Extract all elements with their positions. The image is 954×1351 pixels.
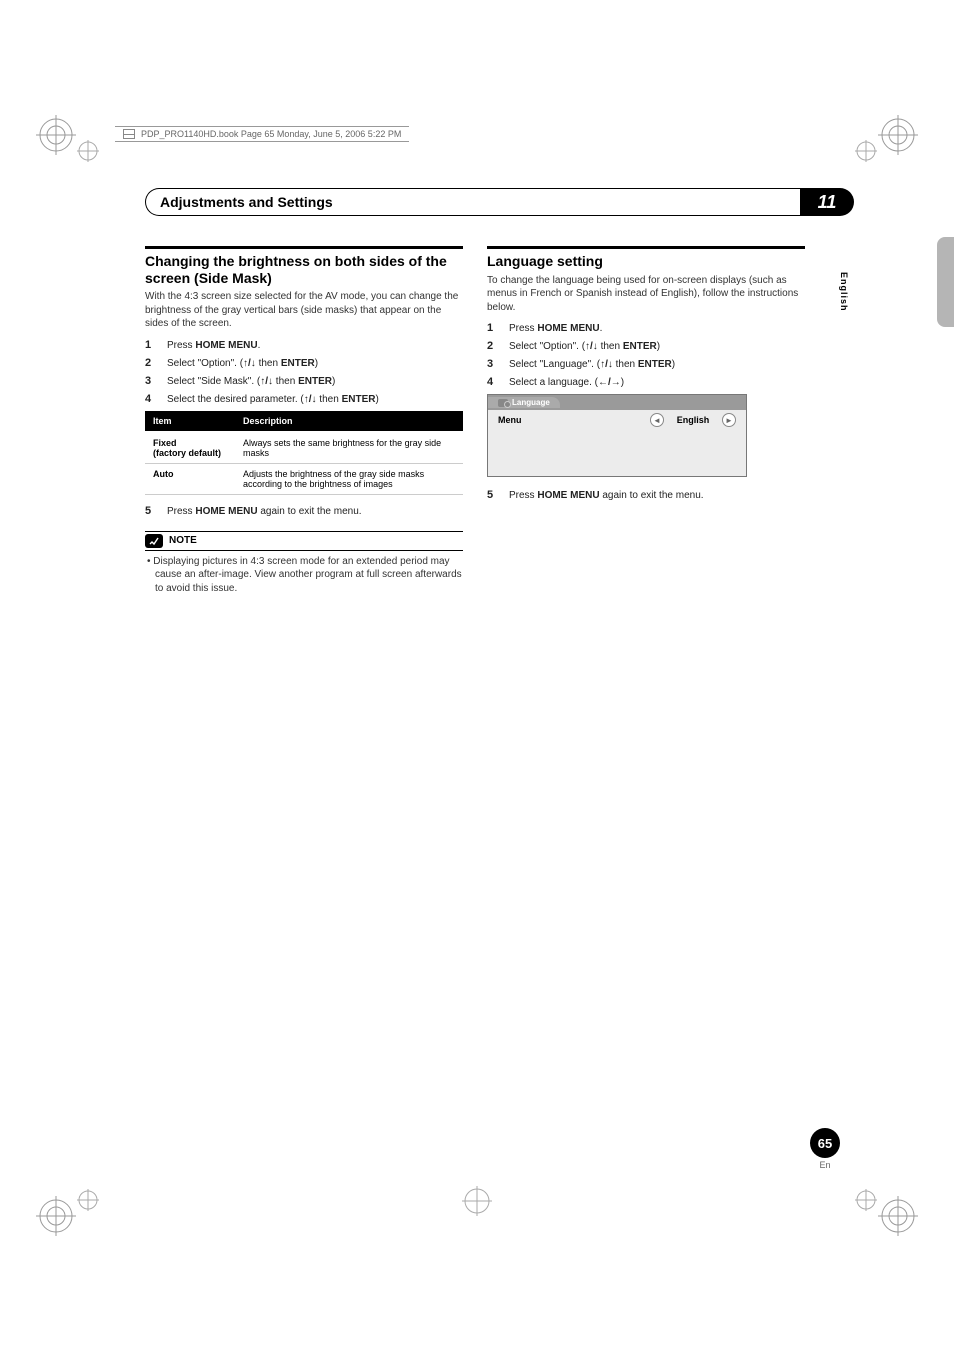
section-rule xyxy=(145,246,463,249)
left-right-arrow-icon: ←/→ xyxy=(598,377,621,388)
crop-mark-icon xyxy=(36,1196,76,1236)
step-text: Press HOME MENU again to exit the menu. xyxy=(509,490,704,501)
crop-mark-small-icon xyxy=(77,1189,99,1211)
table-row: Auto Adjusts the brightness of the gray … xyxy=(145,463,463,494)
osd-row-label: Menu xyxy=(498,415,522,425)
table-cell-item: Fixed(factory default) xyxy=(145,431,235,464)
step-text: Select "Option". (↑/↓ then ENTER) xyxy=(509,341,660,352)
table-cell-item: Auto xyxy=(145,463,235,494)
section-rule xyxy=(487,246,805,249)
step-text: Select "Side Mask". (↑/↓ then ENTER) xyxy=(167,376,335,387)
up-down-arrow-icon: ↑/↓ xyxy=(600,359,613,370)
step-number: 5 xyxy=(145,505,157,517)
step-item: 2 Select "Option". (↑/↓ then ENTER) xyxy=(145,357,463,369)
chapter-title: Adjustments and Settings xyxy=(160,194,333,210)
step-item: 5 Press HOME MENU again to exit the menu… xyxy=(145,505,463,517)
chapter-header: Adjustments and Settings 11 xyxy=(145,188,854,216)
note-text: Displaying pictures in 4:3 screen mode f… xyxy=(145,555,463,596)
table-header-item: Item xyxy=(145,411,235,431)
chapter-number-badge: 11 xyxy=(800,188,854,216)
section-intro: With the 4:3 screen size selected for th… xyxy=(145,290,463,331)
step-number: 3 xyxy=(487,358,499,370)
up-down-arrow-icon: ↑/↓ xyxy=(304,394,317,405)
step-item: 3 Select "Side Mask". (↑/↓ then ENTER) xyxy=(145,375,463,387)
steps-list: 1 Press HOME MENU. 2 Select "Option". (↑… xyxy=(145,339,463,405)
osd-empty-area xyxy=(488,430,746,476)
step-item: 4 Select a language. (←/→) xyxy=(487,376,805,388)
parameter-table: Item Description Fixed(factory default) … xyxy=(145,411,463,495)
osd-left-arrow-button[interactable]: ◄ xyxy=(650,413,664,427)
step-text: Select a language. (←/→) xyxy=(509,377,624,388)
globe-icon xyxy=(498,399,508,407)
book-file-header: PDP_PRO1140HD.book Page 65 Monday, June … xyxy=(115,126,409,142)
steps-list-continued: 5 Press HOME MENU again to exit the menu… xyxy=(145,505,463,517)
step-item: 2 Select "Option". (↑/↓ then ENTER) xyxy=(487,340,805,352)
step-text: Press HOME MENU. xyxy=(509,323,602,334)
up-down-arrow-icon: ↑/↓ xyxy=(585,341,598,352)
step-text: Select the desired parameter. (↑/↓ then … xyxy=(167,394,379,405)
step-number: 1 xyxy=(487,322,499,334)
step-number: 4 xyxy=(145,393,157,405)
crop-mark-icon xyxy=(878,115,918,155)
crop-mark-small-icon xyxy=(77,140,99,162)
step-item: 3 Select "Language". (↑/↓ then ENTER) xyxy=(487,358,805,370)
crop-mark-icon xyxy=(36,115,76,155)
step-item: 4 Select the desired parameter. (↑/↓ the… xyxy=(145,393,463,405)
section-intro: To change the language being used for on… xyxy=(487,274,805,315)
osd-right-arrow-button[interactable]: ► xyxy=(722,413,736,427)
right-column: Language setting To change the language … xyxy=(487,246,805,595)
up-down-arrow-icon: ↑/↓ xyxy=(243,358,256,369)
osd-menu-row: Menu ◄ English ► xyxy=(488,410,746,430)
osd-selected-value: English xyxy=(670,415,716,425)
page-lang-short: En xyxy=(810,1160,840,1170)
page-number: 65 xyxy=(810,1128,840,1158)
step-text: Select "Option". (↑/↓ then ENTER) xyxy=(167,358,318,369)
crop-mark-icon xyxy=(878,1196,918,1236)
step-number: 1 xyxy=(145,339,157,351)
page-number-badge: 65 En xyxy=(810,1128,840,1170)
step-number: 5 xyxy=(487,489,499,501)
section-title-side-mask: Changing the brightness on both sides of… xyxy=(145,253,463,286)
table-header-description: Description xyxy=(235,411,463,431)
table-cell-desc: Always sets the same brightness for the … xyxy=(235,431,463,464)
step-item: 1 Press HOME MENU. xyxy=(145,339,463,351)
osd-language-panel: Language Menu ◄ English ► xyxy=(487,394,747,477)
step-text: Press HOME MENU. xyxy=(167,340,260,351)
step-item: 1 Press HOME MENU. xyxy=(487,322,805,334)
step-number: 4 xyxy=(487,376,499,388)
osd-tab-label: Language xyxy=(512,398,550,407)
step-text: Press HOME MENU again to exit the menu. xyxy=(167,506,362,517)
step-number: 3 xyxy=(145,375,157,387)
left-column: Changing the brightness on both sides of… xyxy=(145,246,463,595)
book-icon xyxy=(123,129,135,139)
section-title-language: Language setting xyxy=(487,253,805,270)
step-number: 2 xyxy=(145,357,157,369)
book-file-text: PDP_PRO1140HD.book Page 65 Monday, June … xyxy=(141,129,401,139)
note-label: NOTE xyxy=(169,535,197,546)
table-row: Fixed(factory default) Always sets the s… xyxy=(145,431,463,464)
steps-list-continued: 5 Press HOME MENU again to exit the menu… xyxy=(487,489,805,501)
steps-list: 1 Press HOME MENU. 2 Select "Option". (↑… xyxy=(487,322,805,388)
crop-mark-center-icon xyxy=(462,1186,492,1216)
crop-mark-small-icon xyxy=(855,1189,877,1211)
step-text: Select "Language". (↑/↓ then ENTER) xyxy=(509,359,675,370)
osd-tab: Language xyxy=(488,397,560,408)
step-item: 5 Press HOME MENU again to exit the menu… xyxy=(487,489,805,501)
table-cell-desc: Adjusts the brightness of the gray side … xyxy=(235,463,463,494)
page-side-tab xyxy=(937,237,954,327)
note-block: NOTE Displaying pictures in 4:3 screen m… xyxy=(145,531,463,596)
crop-mark-small-icon xyxy=(855,140,877,162)
step-number: 2 xyxy=(487,340,499,352)
note-icon xyxy=(145,534,163,548)
page-language-tab: English xyxy=(839,272,849,312)
up-down-arrow-icon: ↑/↓ xyxy=(260,376,273,387)
